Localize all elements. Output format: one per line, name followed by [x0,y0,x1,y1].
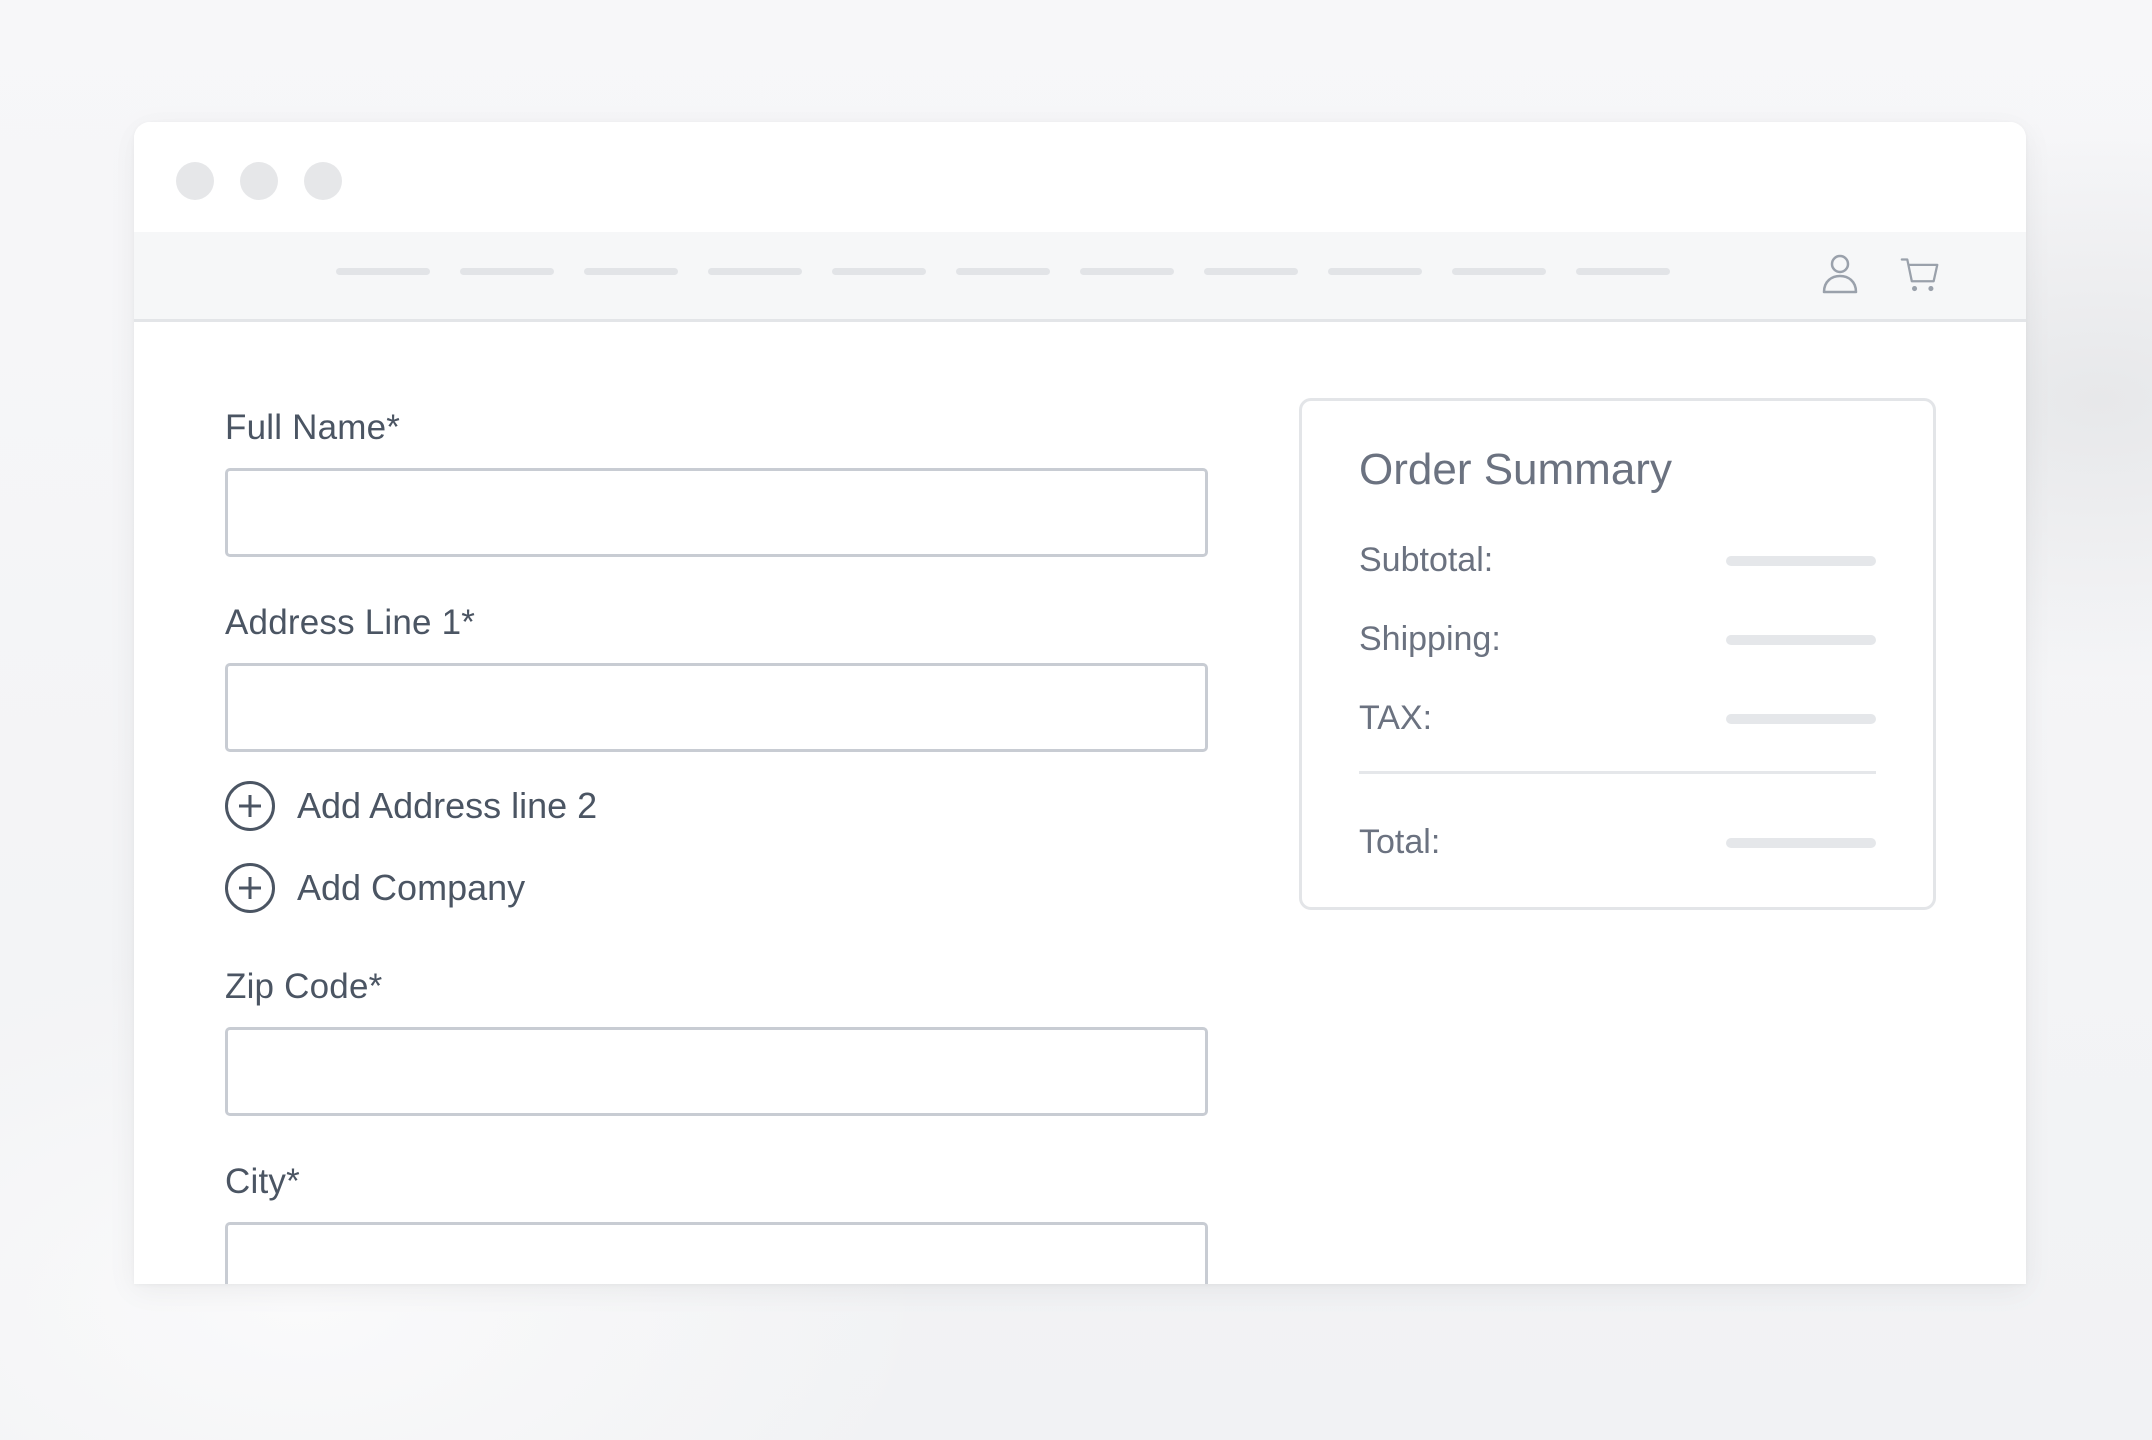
shipping-form: Full Name* Address Line 1* Add Address l… [225,408,1208,1284]
zip-code-group: Zip Code* [225,967,1208,1116]
add-address-line-2-button[interactable]: Add Address line 2 [225,781,1208,831]
address-line-1-group: Address Line 1* [225,603,1208,752]
title-bar [134,122,2026,232]
city-input[interactable] [225,1222,1208,1284]
zip-code-label: Zip Code* [225,967,383,1006]
summary-row-subtotal: Subtotal: [1359,541,1876,580]
order-summary-title: Order Summary [1359,445,1672,494]
tax-label: TAX: [1359,699,1433,737]
full-name-group: Full Name* [225,408,1208,557]
city-group: City* [225,1162,1208,1284]
full-name-label: Full Name* [225,408,401,447]
summary-divider [1359,771,1876,774]
nav-link-placeholder[interactable] [336,268,430,275]
add-company-button[interactable]: Add Company [225,863,1208,913]
plus-circle-icon [225,781,275,831]
shipping-value-placeholder [1726,634,1876,645]
top-navigation [134,232,2026,322]
nav-link-placeholder[interactable] [1576,268,1670,275]
nav-link-placeholder[interactable] [1204,268,1298,275]
cart-icon[interactable] [1900,252,1940,296]
order-summary-card: Order Summary Subtotal: Shipping: TAX: T… [1299,398,1936,910]
user-icon[interactable] [1820,252,1860,296]
nav-link-placeholder[interactable] [708,268,802,275]
nav-icons [1820,252,1940,296]
subtotal-label: Subtotal: [1359,541,1494,579]
window-minimize-button[interactable] [240,162,278,200]
shipping-label: Shipping: [1359,620,1501,658]
summary-row-shipping: Shipping: [1359,620,1876,659]
nav-link-placeholder[interactable] [1328,268,1422,275]
nav-links [336,268,1670,275]
nav-link-placeholder[interactable] [1452,268,1546,275]
city-label: City* [225,1162,300,1201]
full-name-input[interactable] [225,468,1208,557]
add-company-label: Add Company [297,867,526,908]
nav-link-placeholder[interactable] [956,268,1050,275]
add-address-line-2-label: Add Address line 2 [297,785,598,826]
window-maximize-button[interactable] [304,162,342,200]
address-line-1-label: Address Line 1* [225,603,476,642]
zip-code-input[interactable] [225,1027,1208,1116]
subtotal-value-placeholder [1726,555,1876,566]
total-value-placeholder [1726,837,1876,848]
address-line-1-input[interactable] [225,663,1208,752]
nav-link-placeholder[interactable] [460,268,554,275]
nav-link-placeholder[interactable] [1080,268,1174,275]
total-label: Total: [1359,823,1441,861]
browser-window: Full Name* Address Line 1* Add Address l… [134,122,2026,1284]
nav-link-placeholder[interactable] [584,268,678,275]
tax-value-placeholder [1726,713,1876,724]
summary-row-tax: TAX: [1359,699,1876,738]
window-close-button[interactable] [176,162,214,200]
plus-circle-icon [225,863,275,913]
summary-row-total: Total: [1359,823,1876,862]
nav-link-placeholder[interactable] [832,268,926,275]
